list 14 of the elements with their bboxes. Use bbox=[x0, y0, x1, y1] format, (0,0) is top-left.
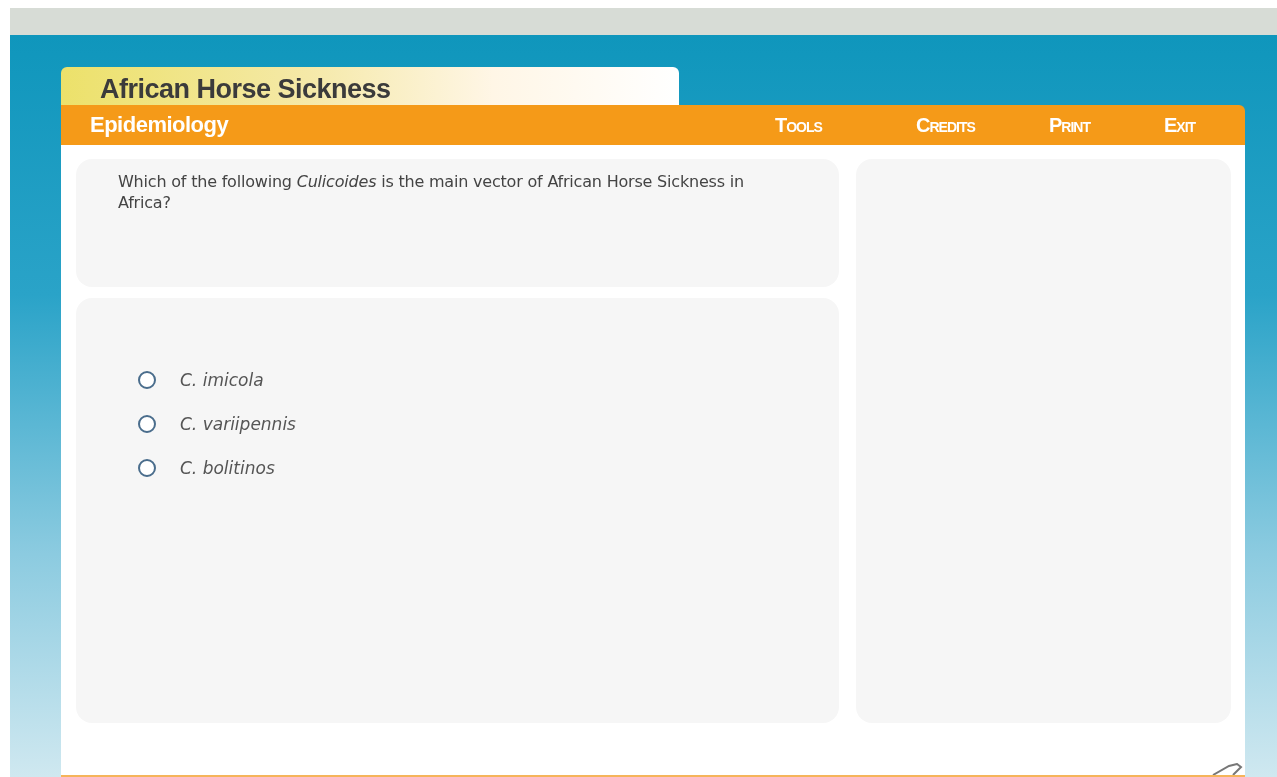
pencil-icon bbox=[1211, 763, 1245, 775]
option-label[interactable]: C. bolitinos bbox=[180, 458, 275, 478]
menu-link[interactable]: Print bbox=[1049, 113, 1164, 137]
course-title: African Horse Sickness bbox=[61, 67, 679, 105]
option-label[interactable]: C. imicola bbox=[180, 370, 264, 390]
radio-button[interactable] bbox=[138, 415, 156, 433]
menu-link[interactable]: Exit bbox=[1164, 113, 1245, 137]
radio-button[interactable] bbox=[138, 459, 156, 477]
menu-link[interactable]: Credits bbox=[916, 113, 1049, 137]
menu-link[interactable]: Tools bbox=[775, 113, 916, 137]
radio-button[interactable] bbox=[138, 371, 156, 389]
question-text: Which of the following Culicoides is the main vector of African Horse Sickness in Africa? bbox=[118, 171, 745, 213]
section-title: Epidemiology bbox=[90, 112, 229, 138]
option-label[interactable]: C. variipennis bbox=[180, 414, 296, 434]
